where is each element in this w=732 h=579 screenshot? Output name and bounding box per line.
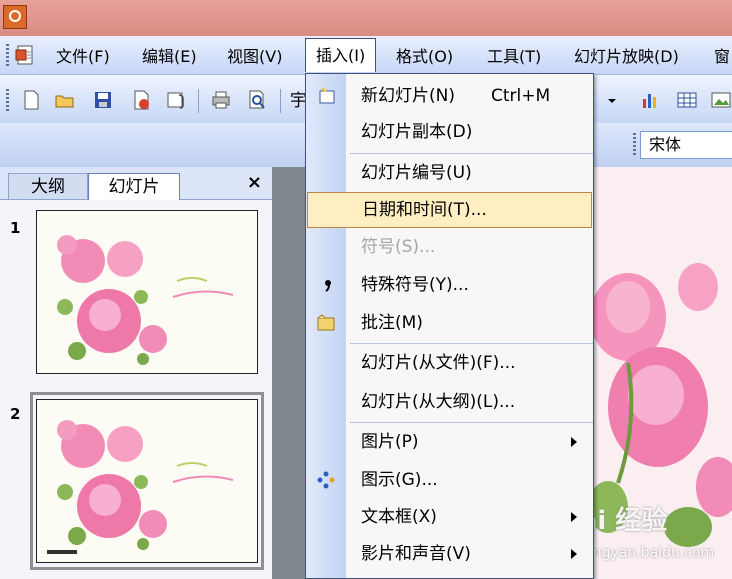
print-preview-icon[interactable]	[246, 89, 268, 111]
menu-file[interactable]: 文件(F)	[56, 45, 110, 69]
submenu-arrow-icon	[571, 549, 577, 559]
toolbar-separator	[198, 89, 199, 113]
slide-number: 2	[10, 405, 21, 423]
permission-icon[interactable]	[130, 89, 152, 111]
menu-window[interactable]: 窗	[714, 45, 730, 69]
menu-item-diagram[interactable]: 图示(G)...	[306, 462, 593, 498]
menu-item-new-slide[interactable]: 新幻灯片(N) Ctrl+M	[306, 78, 593, 114]
menu-view[interactable]: 视图(V)	[227, 45, 282, 69]
slide-thumbnail-1[interactable]	[36, 210, 258, 374]
menu-item-comment[interactable]: 批注(M)	[306, 305, 593, 341]
menu-edit[interactable]: 编辑(E)	[142, 45, 197, 69]
menu-item-text-box[interactable]: 文本框(X)	[306, 499, 593, 535]
menu-separator	[350, 153, 593, 154]
menu-separator	[350, 343, 593, 344]
slides-pane: 大纲 幻灯片 × 1 2	[0, 167, 273, 579]
menu-item-duplicate-slide[interactable]: 幻灯片副本(D)	[306, 114, 593, 150]
new-document-icon[interactable]	[20, 89, 42, 111]
font-name-box[interactable]: 宋体	[640, 131, 732, 159]
menu-tools[interactable]: 工具(T)	[487, 45, 541, 69]
menu-bar: 文件(F) 编辑(E) 视图(V) 插入(I) 格式(O) 工具(T) 幻灯片放…	[0, 36, 732, 75]
menu-slideshow[interactable]: 幻灯片放映(D)	[574, 45, 679, 69]
menu-insert[interactable]: 插入(I)	[305, 38, 377, 72]
save-icon[interactable]	[92, 89, 114, 111]
submenu-arrow-icon	[571, 512, 577, 522]
slide-thumbnail-2[interactable]	[36, 399, 258, 563]
close-pane-icon[interactable]: ×	[247, 170, 262, 196]
document-icon[interactable]	[14, 44, 36, 66]
menu-item-date-time[interactable]: 日期和时间(T)...	[307, 192, 592, 228]
comment-icon	[317, 314, 335, 331]
peony-illustration	[47, 420, 234, 554]
new-slide-icon	[319, 87, 335, 104]
insert-menu-dropdown: 新幻灯片(N) Ctrl+M 幻灯片副本(D) 幻灯片编号(U) 日期和时间(T…	[305, 73, 594, 579]
tab-outline[interactable]: 大纲	[8, 173, 88, 199]
menu-format[interactable]: 格式(O)	[396, 45, 453, 69]
menu-item-slides-from-file[interactable]: 幻灯片(从文件)(F)...	[306, 345, 593, 381]
insert-chart-icon[interactable]	[640, 89, 662, 111]
baidu-watermark-url: jingyan.baidu.com	[585, 545, 715, 561]
pane-tabs: 大纲 幻灯片 ×	[0, 167, 272, 200]
insert-table-icon[interactable]	[676, 89, 698, 111]
email-attach-icon[interactable]	[165, 89, 187, 111]
menu-item-slides-from-outline[interactable]: 幻灯片(从大纲)(L)...	[306, 384, 593, 420]
open-folder-icon[interactable]	[54, 89, 76, 111]
peony-illustration	[57, 235, 234, 365]
menu-item-picture[interactable]: 图片(P)	[306, 424, 593, 460]
menu-item-symbol[interactable]: 符号(S)...	[306, 229, 593, 265]
menubar-grip[interactable]	[6, 44, 9, 66]
dropdown-arrow-icon[interactable]	[600, 89, 624, 111]
insert-picture-icon[interactable]	[710, 89, 732, 111]
toolbar-grip[interactable]	[6, 89, 9, 113]
powerpoint-app-icon[interactable]	[3, 5, 27, 29]
menu-item-movies-sounds[interactable]: 影片和声音(V)	[306, 536, 593, 572]
special-symbol-icon	[325, 280, 331, 292]
diagram-icon	[317, 471, 335, 489]
print-icon[interactable]	[210, 89, 232, 111]
slide-number: 1	[10, 219, 21, 237]
menu-shortcut: Ctrl+M	[491, 86, 551, 106]
menu-separator	[350, 422, 593, 423]
menu-item-special-symbol[interactable]: 特殊符号(Y)...	[306, 267, 593, 303]
toolbar-separator	[280, 89, 281, 113]
formatting-grip[interactable]	[633, 133, 636, 157]
title-bar	[0, 0, 732, 36]
submenu-arrow-icon	[571, 437, 577, 447]
tab-slides[interactable]: 幻灯片	[88, 173, 180, 200]
menu-item-slide-number[interactable]: 幻灯片编号(U)	[306, 155, 593, 191]
